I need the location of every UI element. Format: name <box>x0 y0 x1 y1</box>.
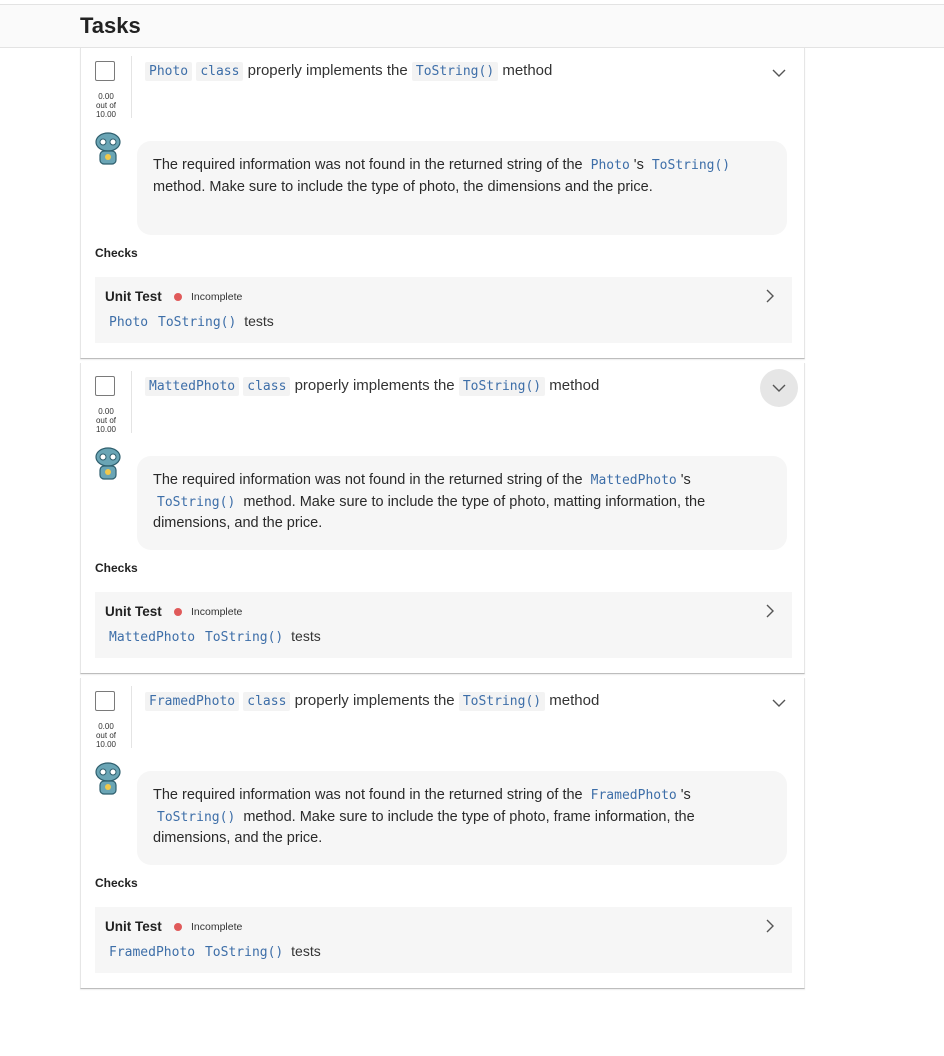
score-value: 0.00 <box>98 92 114 101</box>
feedback-text: The required information was not found i… <box>153 472 583 488</box>
task-title-text: properly implements the <box>294 692 455 709</box>
unit-test-suffix: tests <box>291 943 321 959</box>
chevron-down-icon <box>772 699 786 707</box>
checks-label: Checks <box>95 246 138 260</box>
task-card-photo: 0.00 out of 10.00 Photo class properly i… <box>80 48 805 359</box>
status-dot-icon <box>174 608 182 616</box>
task-title-text: properly implements the <box>247 62 408 79</box>
unit-test-class-code: MattedPhoto <box>109 630 196 645</box>
status-dot-icon <box>174 923 182 931</box>
robot-avatar-icon <box>95 447 121 480</box>
unit-test-row[interactable]: Unit Test Incomplete FramedPhoto ToStrin… <box>95 907 792 973</box>
chevron-right-icon[interactable] <box>764 604 776 618</box>
unit-test-method-code: ToString() <box>204 945 284 960</box>
task-checkbox[interactable] <box>95 61 115 81</box>
tasks-header: Tasks <box>0 4 944 48</box>
feedback-possessive: 's <box>680 472 691 488</box>
score-max: 10.00 <box>95 110 117 119</box>
unit-test-row[interactable]: Unit Test Incomplete Photo ToString() te… <box>95 277 792 343</box>
chevron-down-icon <box>772 384 786 392</box>
feedback-class-code: MattedPhoto <box>590 473 677 488</box>
status-badge: Incomplete <box>191 921 243 933</box>
task-score: 0.00 out of 10.00 <box>89 92 123 119</box>
task-title: MattedPhoto class properly implements th… <box>145 377 600 396</box>
feedback-bubble: The required information was not found i… <box>137 141 787 235</box>
robot-avatar-icon <box>95 762 121 795</box>
task-title-suffix: method <box>502 62 553 79</box>
task-title-text: properly implements the <box>294 377 455 394</box>
collapse-button[interactable] <box>760 54 798 92</box>
feedback-text: The required information was not found i… <box>153 157 583 173</box>
chevron-right-icon[interactable] <box>764 919 776 933</box>
collapse-button[interactable] <box>760 684 798 722</box>
feedback-suffix: method. Make sure to include the type of… <box>153 178 653 195</box>
unit-test-class-code: FramedPhoto <box>109 945 196 960</box>
score-max: 10.00 <box>95 740 117 749</box>
score-value: 0.00 <box>98 407 114 416</box>
unit-test-description: Photo ToString() tests <box>107 313 274 330</box>
unit-test-description: FramedPhoto ToString() tests <box>107 943 321 960</box>
unit-test-suffix: tests <box>291 628 321 644</box>
score-out-of: out of <box>95 416 116 425</box>
task-score: 0.00 out of 10.00 <box>89 407 123 434</box>
score-value: 0.00 <box>98 722 114 731</box>
unit-test-title: Unit Test <box>105 919 162 934</box>
unit-test-row[interactable]: Unit Test Incomplete MattedPhoto ToStrin… <box>95 592 792 658</box>
collapse-button[interactable] <box>760 369 798 407</box>
divider <box>131 56 132 118</box>
method-code: ToString() <box>458 377 546 396</box>
score-out-of: out of <box>95 731 116 740</box>
class-name-code: Photo <box>145 62 193 81</box>
class-keyword-code: class <box>243 377 291 396</box>
robot-avatar-icon <box>95 132 121 165</box>
task-checkbox[interactable] <box>95 376 115 396</box>
unit-test-method-code: ToString() <box>158 315 237 330</box>
feedback-bubble: The required information was not found i… <box>137 771 787 865</box>
chevron-right-icon[interactable] <box>764 289 776 303</box>
unit-test-class-code: Photo <box>109 315 149 330</box>
feedback-possessive: 's <box>680 787 691 803</box>
unit-test-description: MattedPhoto ToString() tests <box>107 628 321 645</box>
divider <box>131 371 132 433</box>
feedback-bubble: The required information was not found i… <box>137 456 787 550</box>
method-code: ToString() <box>458 692 546 711</box>
class-name-code: FramedPhoto <box>145 692 240 711</box>
page-title: Tasks <box>80 13 141 38</box>
task-title: FramedPhoto class properly implements th… <box>145 692 600 711</box>
status-badge: Incomplete <box>191 291 243 303</box>
score-out-of: out of <box>95 101 116 110</box>
divider <box>131 686 132 748</box>
status-dot-icon <box>174 293 182 301</box>
checks-label: Checks <box>95 561 138 575</box>
feedback-possessive: 's <box>633 157 644 173</box>
task-card-framedphoto: 0.00 out of 10.00 FramedPhoto class prop… <box>80 678 805 989</box>
feedback-text: The required information was not found i… <box>153 787 583 803</box>
task-title-suffix: method <box>549 692 600 709</box>
class-keyword-code: class <box>243 692 291 711</box>
feedback-class-code: Photo <box>590 158 630 173</box>
score-max: 10.00 <box>95 425 117 434</box>
task-title: Photo class properly implements the ToSt… <box>145 62 553 81</box>
class-keyword-code: class <box>196 62 244 81</box>
chevron-down-icon <box>772 69 786 77</box>
task-card-mattedphoto: 0.00 out of 10.00 MattedPhoto class prop… <box>80 363 805 674</box>
feedback-method-code: ToString() <box>651 158 731 173</box>
feedback-method-code: ToString() <box>157 809 236 825</box>
unit-test-title: Unit Test <box>105 604 162 619</box>
checks-label: Checks <box>95 876 138 890</box>
class-name-code: MattedPhoto <box>145 377 240 396</box>
feedback-class-code: FramedPhoto <box>590 788 677 803</box>
status-badge: Incomplete <box>191 606 243 618</box>
unit-test-title: Unit Test <box>105 289 162 304</box>
task-title-suffix: method <box>549 377 600 394</box>
task-score: 0.00 out of 10.00 <box>89 722 123 749</box>
task-checkbox[interactable] <box>95 691 115 711</box>
unit-test-suffix: tests <box>244 313 274 329</box>
method-code: ToString() <box>411 62 499 81</box>
feedback-method-code: ToString() <box>157 494 236 510</box>
unit-test-method-code: ToString() <box>204 630 284 645</box>
